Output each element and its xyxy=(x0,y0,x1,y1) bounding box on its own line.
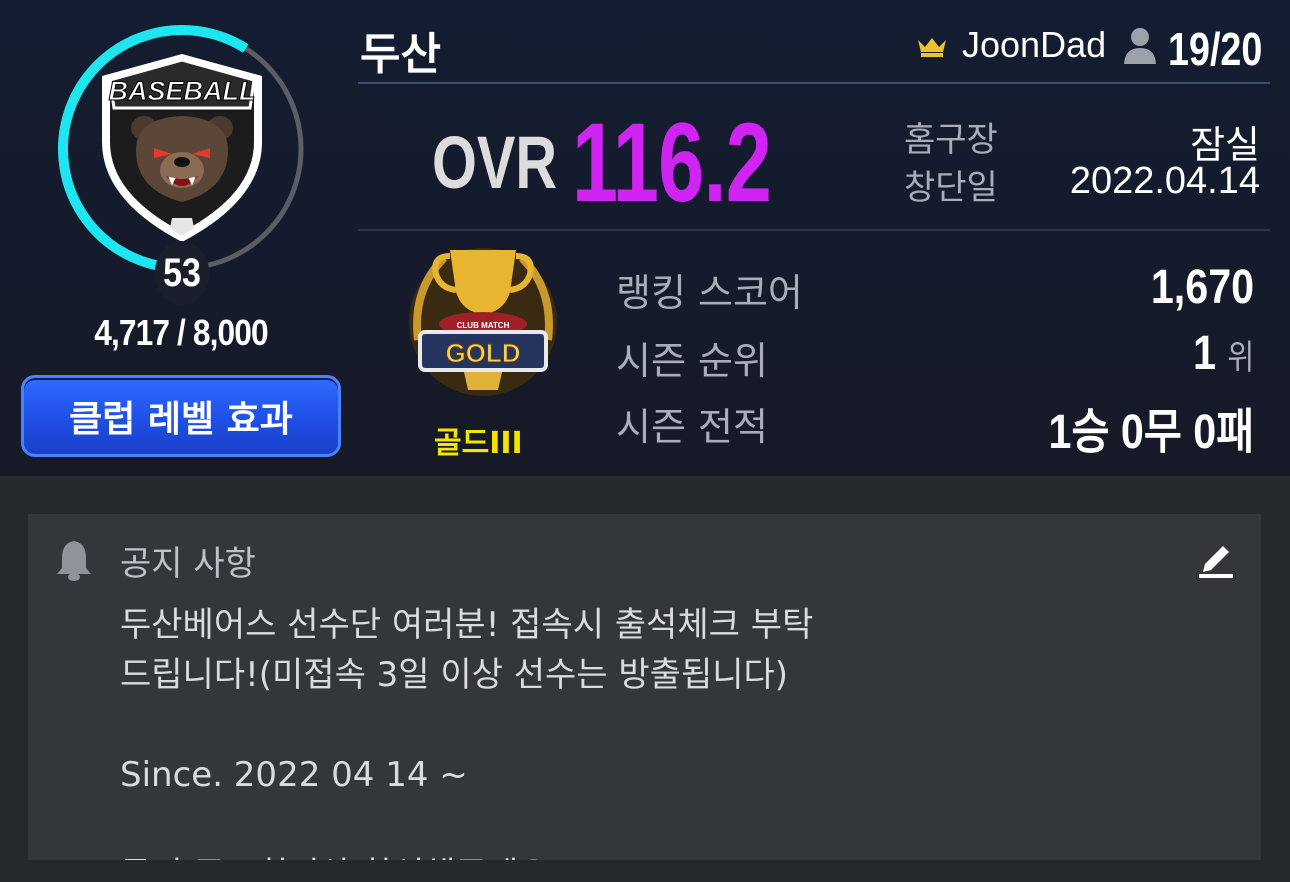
notice-line: 드립니다!(미접속 3일 이상 선수는 방출됩니다) xyxy=(120,655,789,695)
notice-line xyxy=(120,700,1220,750)
club-tier-label: 골드III xyxy=(434,426,523,461)
notice-title: 공지 사항 xyxy=(120,544,256,584)
ovr-value: 116.2 xyxy=(572,100,772,225)
club-level-badge: 53 xyxy=(154,241,210,305)
svg-text:BASEBALL: BASEBALL xyxy=(109,76,256,106)
notice-line: 두산베어스 선수단 여러분! 접속시 출석체크 부탁 xyxy=(120,605,814,645)
season-record-value: 1승 0무 0패 xyxy=(1048,406,1254,459)
season-rank-unit: 위 xyxy=(1227,338,1254,378)
crown-icon xyxy=(918,38,946,57)
founded-value: 2022.04.14 xyxy=(1069,160,1260,202)
svg-text:GOLD: GOLD xyxy=(445,338,520,368)
season-rank-label: 시즌 순위 xyxy=(616,339,768,383)
club-logo: BASEBALL xyxy=(102,54,262,242)
season-rank-value: 1 xyxy=(1192,327,1216,380)
notice-body: 두산베어스 선수단 여러분! 접속시 출석체크 부탁 드립니다!(미접속 3일 … xyxy=(120,600,1220,860)
club-summary-panel: BASEBALL 53 4,717 / 8,000 클럽 레벨 효과 두산 Jo… xyxy=(0,0,1290,476)
notice-panel: 공지 사항 두산베어스 선수단 여러분! 접속시 출석체크 부탁 드립니다!(미… xyxy=(28,514,1261,860)
header-divider xyxy=(358,82,1270,84)
gold-trophy-icon: CLUB MATCH GOLD xyxy=(409,248,557,396)
overview-divider xyxy=(358,229,1270,231)
notice-line: 클전 주 6회이상 참석해주세요 xyxy=(120,850,1220,860)
club-owner-name: JoonDad xyxy=(962,24,1107,65)
season-rank: 1 위 xyxy=(1193,326,1254,381)
pencil-edit-icon[interactable] xyxy=(1197,538,1235,578)
season-record-label: 시즌 전적 xyxy=(616,405,768,449)
notice-line xyxy=(120,800,1220,850)
bell-icon xyxy=(57,541,91,581)
club-name: 두산 xyxy=(360,29,441,80)
founded-label: 창단일 xyxy=(904,168,998,208)
club-level-effect-button[interactable]: 클럽 레벨 효과 xyxy=(21,375,341,457)
ranking-score-value: 1,670 xyxy=(1150,261,1254,314)
ovr-label: OVR xyxy=(432,121,558,204)
ranking-score-label: 랭킹 스코어 xyxy=(616,271,803,315)
svg-text:CLUB MATCH: CLUB MATCH xyxy=(457,321,510,330)
member-count: 19/20 xyxy=(1168,23,1263,75)
club-exp-text: 4,717 / 8,000 xyxy=(94,312,268,353)
notice-line: Since. 2022 04 14 ~ xyxy=(120,755,468,795)
person-icon xyxy=(1124,28,1156,64)
stadium-label: 홈구장 xyxy=(904,120,998,160)
